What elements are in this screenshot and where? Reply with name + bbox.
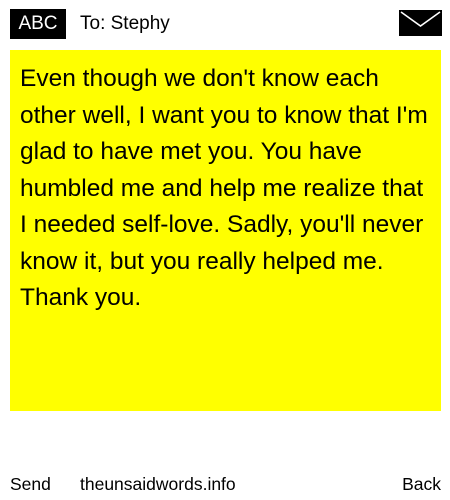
back-button[interactable]: Back [402, 473, 441, 495]
abc-badge[interactable]: ABC [10, 9, 66, 39]
message-text: Even though we don't know each other wel… [20, 65, 428, 311]
message-header: ABC To: Stephy [0, 0, 450, 44]
site-name: theunsaidwords.info [80, 474, 236, 494]
recipient-label: To: Stephy [80, 13, 170, 34]
envelope-icon[interactable] [399, 10, 442, 36]
send-button[interactable]: Send [10, 473, 51, 495]
message-card: Even though we don't know each other wel… [10, 50, 441, 411]
